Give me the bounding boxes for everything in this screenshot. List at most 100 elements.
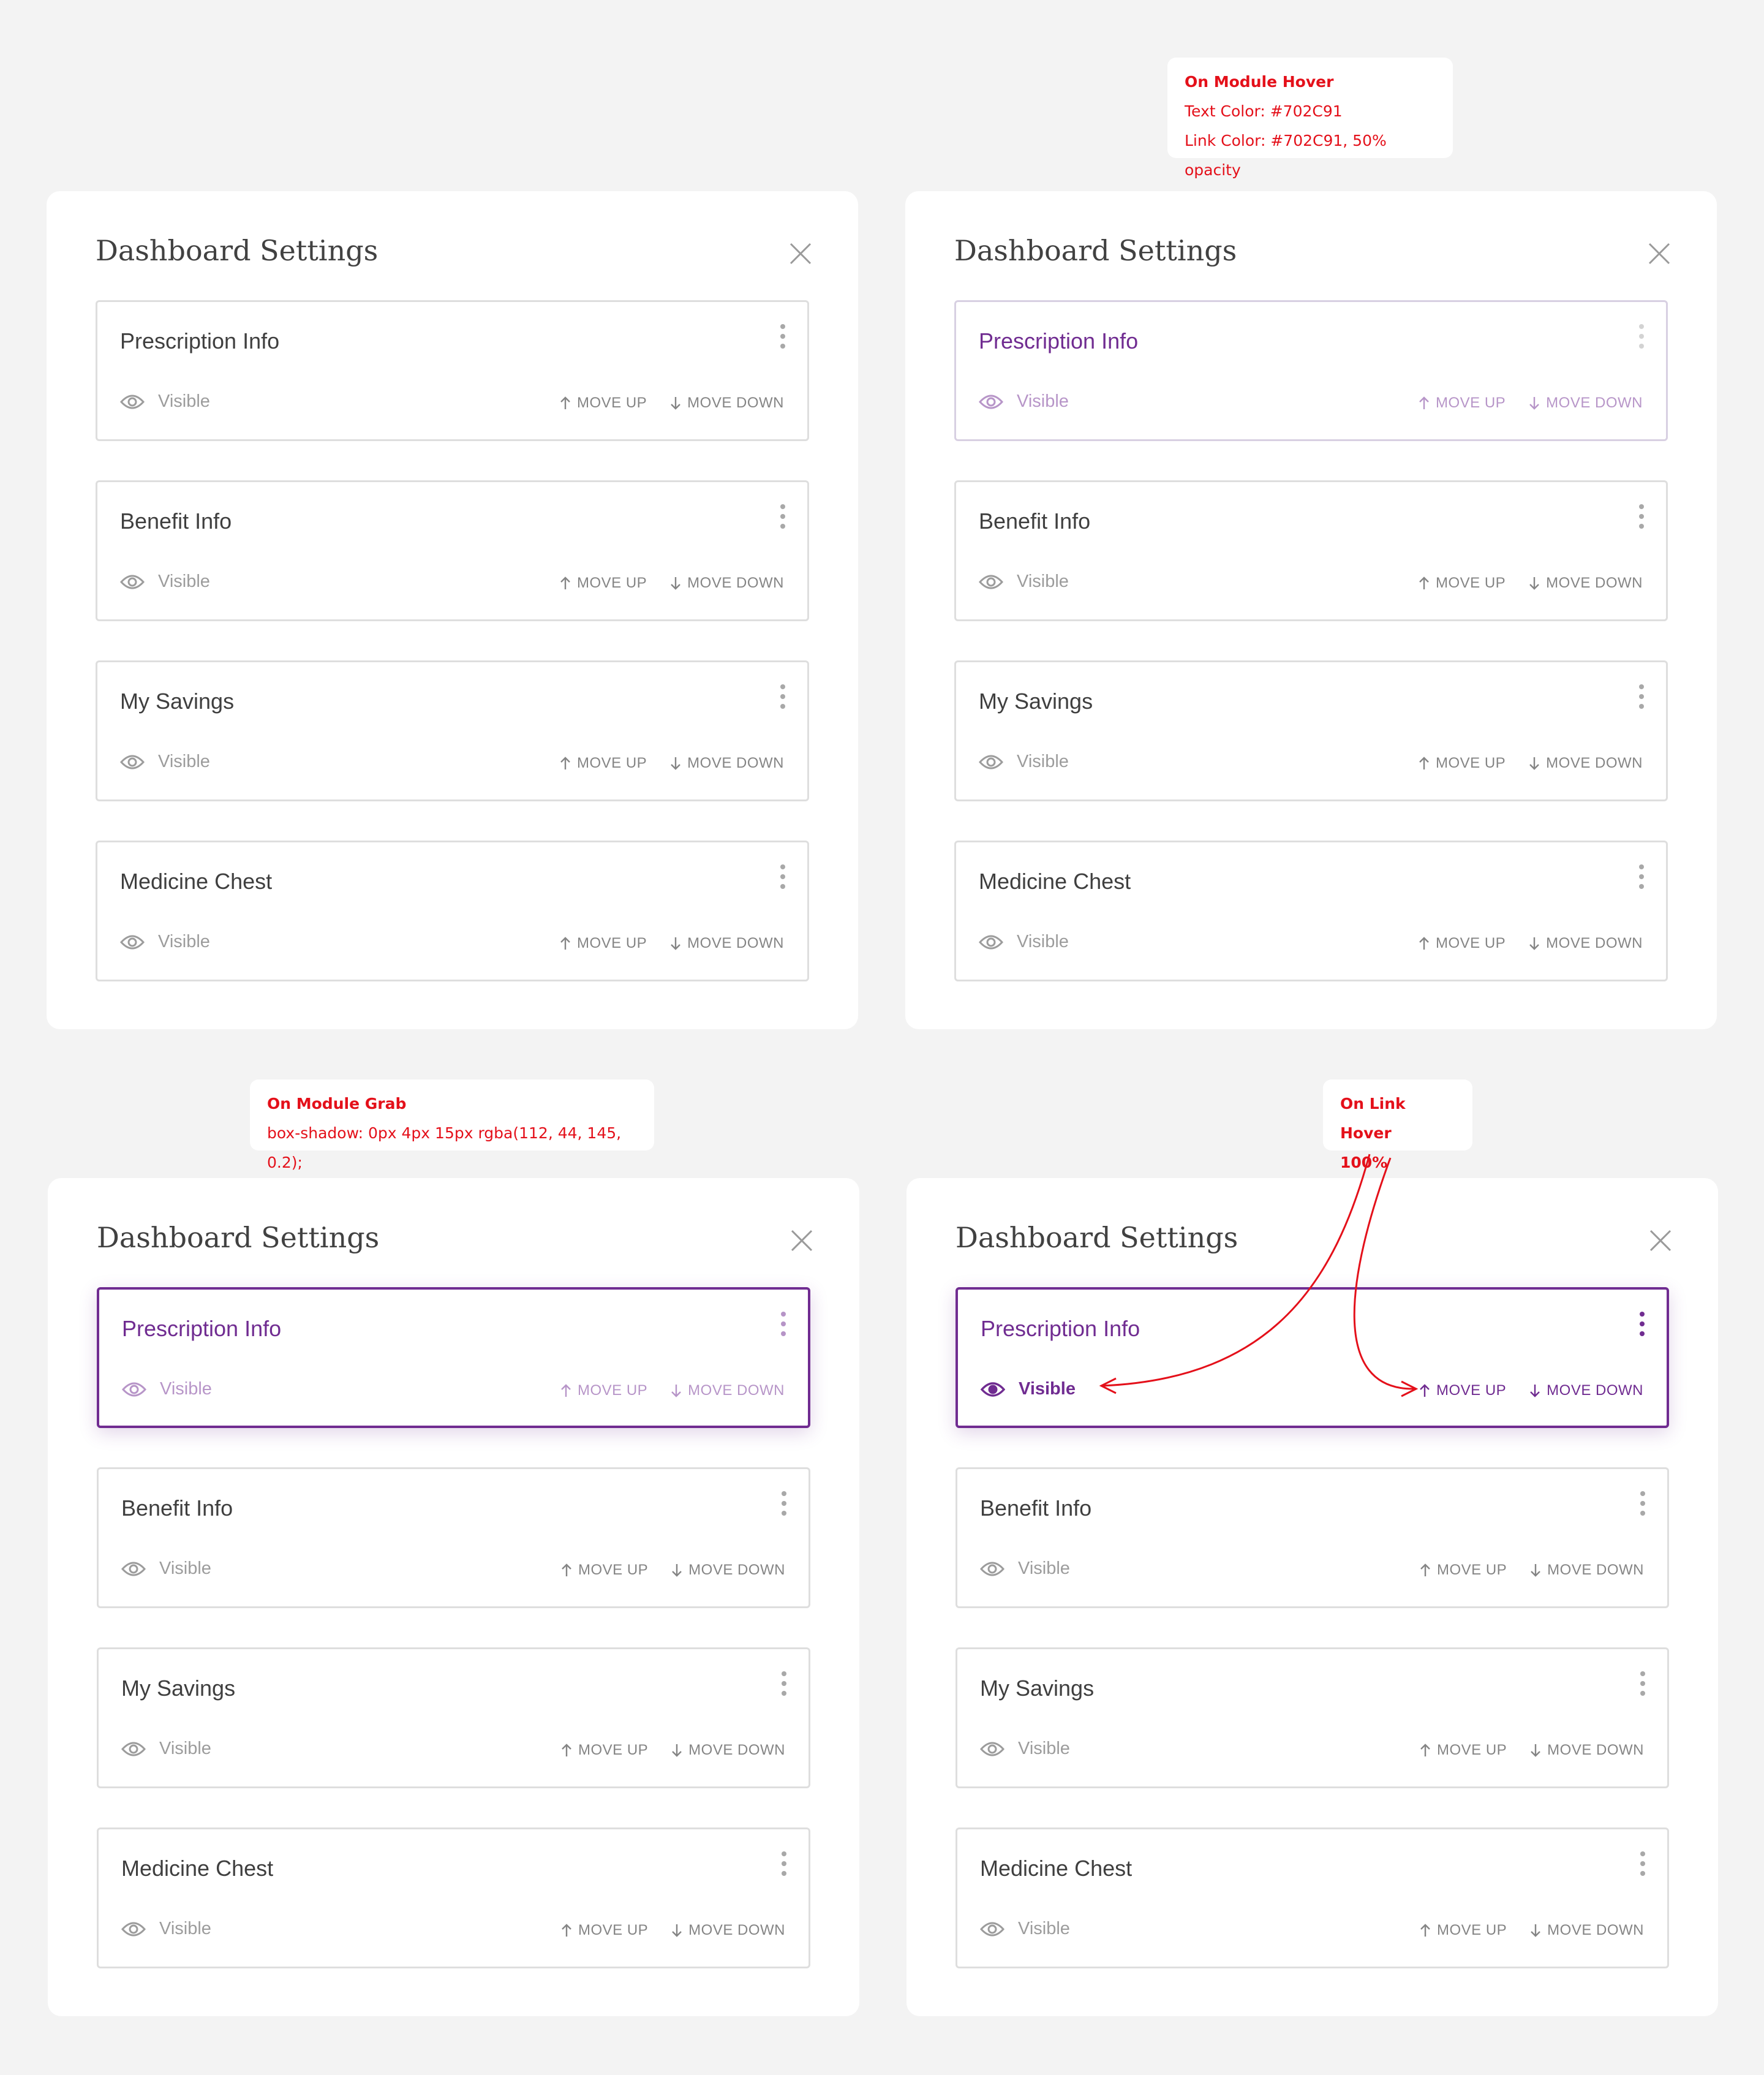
move-up-link[interactable]: MOVE UP [1420, 1562, 1507, 1579]
module-card-prescription-info[interactable]: Prescription Info Visible MOVE UP MOVE D… [96, 300, 809, 441]
move-up-link[interactable]: MOVE UP [561, 1562, 648, 1579]
module-card-medicine-chest[interactable]: Medicine Chest Visible MOVE UP MOVE DOWN [956, 1827, 1669, 1968]
move-up-link[interactable]: MOVE UP [1419, 755, 1506, 772]
move-links: MOVE UP MOVE DOWN [1419, 755, 1643, 772]
module-menu-button[interactable] [1636, 1310, 1648, 1337]
module-card-benefit-info[interactable]: Benefit Info Visible MOVE UP MOVE DOWN [954, 480, 1668, 621]
module-card-my-savings[interactable]: My Savings Visible MOVE UP MOVE DOWN [954, 660, 1668, 801]
eye-icon [980, 1922, 1005, 1936]
move-down-link[interactable]: MOVE DOWN [670, 755, 784, 772]
eye-icon [120, 575, 145, 589]
visibility-toggle[interactable]: Visible [981, 1379, 1076, 1399]
visibility-toggle[interactable]: Visible [980, 1739, 1070, 1759]
module-menu-button[interactable] [1635, 683, 1648, 710]
move-up-link[interactable]: MOVE UP [1419, 575, 1506, 592]
move-up-link[interactable]: MOVE UP [1419, 935, 1506, 952]
move-links: MOVE UP MOVE DOWN [1420, 1742, 1644, 1759]
visibility-toggle[interactable]: Visible [980, 1919, 1070, 1939]
module-menu-button[interactable] [1637, 1670, 1649, 1697]
move-down-link[interactable]: MOVE DOWN [1530, 1922, 1644, 1939]
move-up-link[interactable]: MOVE UP [1419, 1382, 1506, 1399]
arrow-down-icon [671, 397, 681, 410]
arrow-up-icon [562, 1744, 571, 1756]
arrow-up-icon [560, 396, 570, 409]
module-menu-button[interactable] [777, 503, 789, 530]
move-up-link[interactable]: MOVE UP [1420, 1922, 1507, 1939]
move-down-link[interactable]: MOVE DOWN [1529, 935, 1643, 952]
module-name: My Savings [121, 1676, 236, 1701]
move-down-link[interactable]: MOVE DOWN [1529, 395, 1643, 412]
module-menu-button[interactable] [1635, 863, 1648, 890]
module-card-medicine-chest[interactable]: Medicine Chest Visible MOVE UP MOVE DOWN [96, 841, 809, 981]
visibility-toggle[interactable]: Visible [122, 1379, 212, 1399]
visibility-toggle[interactable]: Visible [980, 1559, 1070, 1579]
move-down-link[interactable]: MOVE DOWN [1530, 1742, 1644, 1759]
arrow-up-icon [560, 757, 570, 769]
module-menu-button[interactable] [1637, 1490, 1649, 1517]
module-card-medicine-chest[interactable]: Medicine Chest Visible MOVE UP MOVE DOWN [954, 841, 1668, 981]
module-menu-button[interactable] [777, 323, 789, 350]
module-card-benefit-info[interactable]: Benefit Info Visible MOVE UP MOVE DOWN [96, 480, 809, 621]
move-down-link[interactable]: MOVE DOWN [671, 1382, 785, 1399]
module-menu-button[interactable] [777, 1310, 790, 1337]
module-card-my-savings[interactable]: My Savings Visible MOVE UP MOVE DOWN [96, 660, 809, 801]
arrow-up-icon [1420, 1563, 1430, 1576]
visibility-toggle[interactable]: Visible [120, 572, 210, 592]
move-up-link[interactable]: MOVE UP [560, 395, 647, 412]
module-menu-button[interactable] [1635, 323, 1648, 350]
move-down-link[interactable]: MOVE DOWN [671, 1742, 785, 1759]
module-card-medicine-chest[interactable]: Medicine Chest Visible MOVE UP MOVE DOWN [97, 1827, 810, 1968]
move-up-link[interactable]: MOVE UP [560, 1382, 647, 1399]
visibility-toggle[interactable]: Visible [121, 1739, 211, 1759]
visibility-label: Visible [1017, 572, 1069, 591]
module-card-prescription-info[interactable]: Prescription Info Visible MOVE UP MOVE D… [956, 1287, 1669, 1428]
move-up-link[interactable]: MOVE UP [1420, 1742, 1507, 1759]
move-down-link[interactable]: MOVE DOWN [670, 395, 784, 412]
module-card-benefit-info[interactable]: Benefit Info Visible MOVE UP MOVE DOWN [97, 1467, 810, 1608]
visibility-toggle[interactable]: Visible [120, 932, 210, 952]
move-down-link[interactable]: MOVE DOWN [1529, 755, 1643, 772]
close-button[interactable] [1646, 240, 1673, 267]
visibility-toggle[interactable]: Visible [120, 752, 210, 772]
module-card-my-savings[interactable]: My Savings Visible MOVE UP MOVE DOWN [956, 1647, 1669, 1788]
move-up-link[interactable]: MOVE UP [560, 935, 647, 952]
move-down-link[interactable]: MOVE DOWN [1529, 1382, 1643, 1399]
visibility-toggle[interactable]: Visible [120, 391, 210, 412]
move-up-link[interactable]: MOVE UP [560, 575, 647, 592]
move-links: MOVE UP MOVE DOWN [561, 1742, 785, 1759]
module-card-prescription-info[interactable]: Prescription Info Visible MOVE UP MOVE D… [954, 300, 1668, 441]
module-menu-button[interactable] [778, 1670, 790, 1697]
visibility-label: Visible [1017, 752, 1069, 771]
close-button[interactable] [787, 240, 814, 267]
close-button[interactable] [1647, 1227, 1674, 1254]
visibility-label: Visible [158, 572, 210, 591]
module-menu-button[interactable] [777, 683, 789, 710]
move-down-link[interactable]: MOVE DOWN [671, 1562, 785, 1579]
module-menu-button[interactable] [777, 863, 789, 890]
module-menu-button[interactable] [1637, 1850, 1649, 1877]
move-up-link[interactable]: MOVE UP [560, 755, 647, 772]
module-card-benefit-info[interactable]: Benefit Info Visible MOVE UP MOVE DOWN [956, 1467, 1669, 1608]
module-menu-button[interactable] [778, 1490, 790, 1517]
visibility-toggle[interactable]: Visible [121, 1919, 211, 1939]
move-up-link[interactable]: MOVE UP [561, 1742, 648, 1759]
module-name: My Savings [120, 689, 235, 714]
move-up-link[interactable]: MOVE UP [1419, 395, 1506, 412]
move-down-link[interactable]: MOVE DOWN [670, 575, 784, 592]
move-up-link[interactable]: MOVE UP [561, 1922, 648, 1939]
visibility-toggle[interactable]: Visible [979, 391, 1069, 412]
move-down-link[interactable]: MOVE DOWN [1530, 1562, 1644, 1579]
visibility-toggle[interactable]: Visible [979, 752, 1069, 772]
visibility-toggle[interactable]: Visible [979, 572, 1069, 592]
module-card-my-savings[interactable]: My Savings Visible MOVE UP MOVE DOWN [97, 1647, 810, 1788]
module-menu-button[interactable] [778, 1850, 790, 1877]
move-down-link[interactable]: MOVE DOWN [670, 935, 784, 952]
module-card-prescription-info[interactable]: Prescription Info Visible MOVE UP MOVE D… [97, 1287, 810, 1428]
move-down-link[interactable]: MOVE DOWN [671, 1922, 785, 1939]
visibility-toggle[interactable]: Visible [979, 932, 1069, 952]
move-down-link[interactable]: MOVE DOWN [1529, 575, 1643, 592]
note-hover-text-color: Text Color: #702C91 [1185, 102, 1343, 120]
close-button[interactable] [788, 1227, 815, 1254]
visibility-toggle[interactable]: Visible [121, 1559, 211, 1579]
module-menu-button[interactable] [1635, 503, 1648, 530]
